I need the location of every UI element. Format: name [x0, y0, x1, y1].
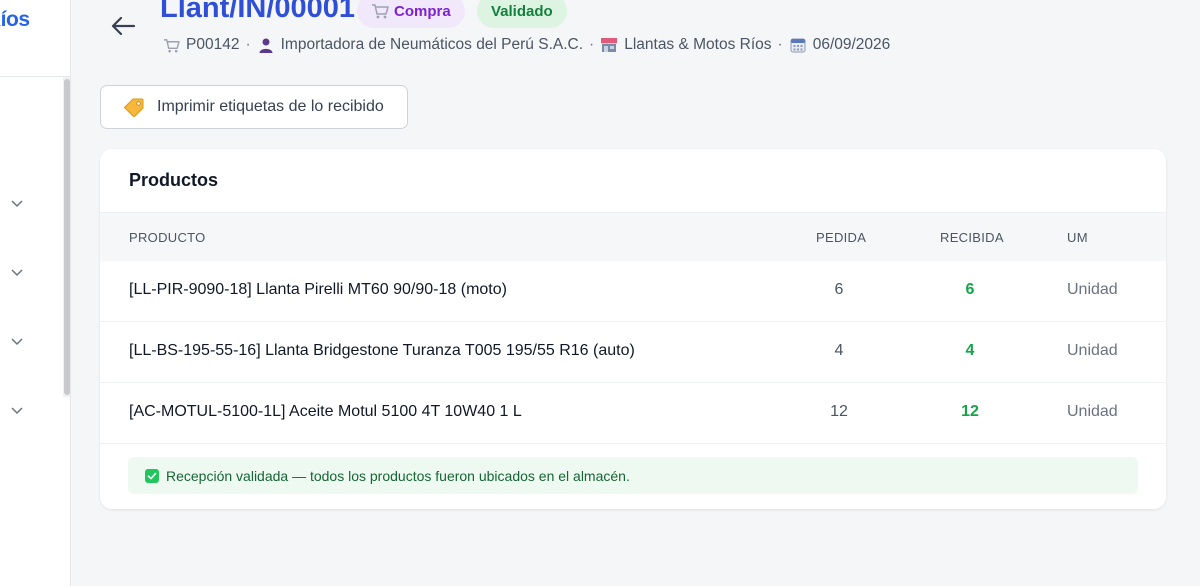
table-row: [LL-BS-195-55-16] Llanta Bridgestone Tur…: [100, 322, 1166, 383]
document-date: 06/09/2026: [812, 36, 891, 53]
print-labels-label: Imprimir etiquetas de lo recibido: [157, 98, 384, 115]
products-title: Productos: [129, 170, 219, 190]
products-card: Productos PRODUCTO PEDIDA RECIBIDA UM [L…: [100, 149, 1166, 509]
type-badge-label: Compra: [394, 2, 451, 20]
store-icon: [600, 36, 618, 54]
received-qty: 12: [961, 403, 979, 420]
partner-name: Importadora de Neumáticos del Perú S.A.C…: [280, 36, 584, 53]
column-ordered: PEDIDA: [816, 230, 867, 245]
status-badge: Validado: [477, 0, 567, 28]
meta-separator: ·: [589, 36, 595, 53]
person-icon: [257, 36, 275, 54]
uom: Unidad: [1067, 342, 1118, 359]
cart-icon: [372, 4, 389, 19]
scrollbar-thumb[interactable]: [64, 79, 70, 395]
table-row: [AC-MOTUL-5100-1L] Aceite Motul 5100 4T …: [100, 383, 1166, 444]
chevron-down-icon[interactable]: [10, 334, 24, 348]
status-badge-label: Validado: [491, 2, 553, 20]
brand-logo-text[interactable]: Ríos: [0, 8, 30, 32]
chevron-down-icon[interactable]: [10, 196, 24, 210]
product-name: [LL-PIR-9090-18] Llanta Pirelli MT60 90/…: [129, 281, 507, 298]
sidebar: Ríos: [0, 0, 71, 586]
ordered-qty: 4: [834, 342, 844, 359]
meta-separator: ·: [777, 36, 783, 53]
company-name: Llantas & Motos Ríos: [624, 36, 772, 53]
chevron-down-icon[interactable]: [10, 265, 24, 279]
calendar-icon: [789, 36, 807, 54]
table-header: PRODUCTO PEDIDA RECIBIDA UM: [100, 212, 1166, 261]
arrow-left-icon: [111, 16, 136, 36]
validation-note-text: Recepción validada — todos los productos…: [166, 467, 630, 484]
column-product: PRODUCTO: [129, 230, 206, 245]
header-meta: P00142 · Importadora de Neumáticos del P…: [162, 35, 890, 55]
cart-icon: [162, 36, 180, 54]
product-name: [LL-BS-195-55-16] Llanta Bridgestone Tur…: [129, 342, 635, 359]
column-received: RECIBIDA: [940, 230, 1004, 245]
back-button[interactable]: [108, 12, 138, 40]
ordered-qty: 6: [834, 281, 844, 298]
tag-icon: [124, 98, 144, 117]
product-name: [AC-MOTUL-5100-1L] Aceite Motul 5100 4T …: [129, 403, 522, 420]
column-uom: UM: [1067, 230, 1088, 245]
received-qty: 4: [965, 342, 975, 359]
check-square-icon: [145, 468, 159, 483]
chevron-down-icon[interactable]: [10, 403, 24, 417]
meta-separator: ·: [245, 36, 251, 53]
order-reference: P00142: [186, 36, 240, 53]
table-row: [LL-PIR-9090-18] Llanta Pirelli MT60 90/…: [100, 261, 1166, 322]
ordered-qty: 12: [830, 403, 848, 420]
uom: Unidad: [1067, 403, 1118, 420]
uom: Unidad: [1067, 281, 1118, 298]
type-badge: Compra: [357, 0, 465, 28]
sidebar-scrollbar[interactable]: [63, 77, 70, 397]
sidebar-divider: [0, 76, 70, 77]
received-qty: 6: [965, 281, 975, 298]
validation-note: Recepción validada — todos los productos…: [128, 457, 1138, 494]
print-labels-button[interactable]: Imprimir etiquetas de lo recibido: [100, 85, 408, 129]
page-title: Llant/IN/00001: [160, 0, 356, 24]
